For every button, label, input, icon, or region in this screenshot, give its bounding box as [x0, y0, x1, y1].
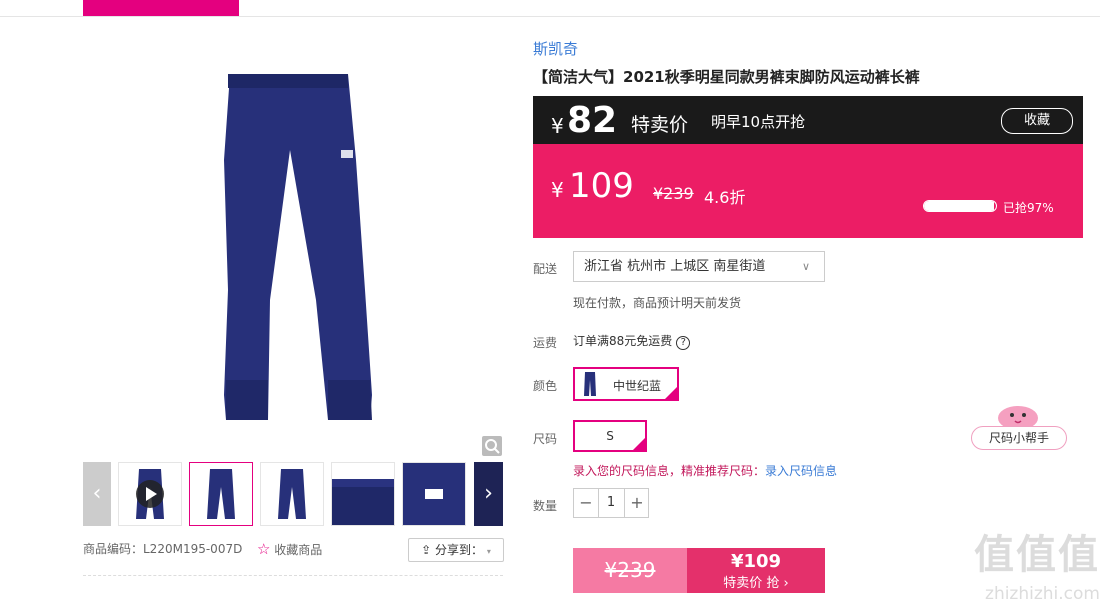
quantity-stepper: − 1 + [573, 488, 649, 518]
size-helper[interactable]: 尺码小帮手 [971, 400, 1067, 450]
thumb-next-icon[interactable]: › [474, 462, 503, 526]
size-option-label: S [606, 429, 614, 443]
sold-progress-bar [923, 200, 997, 212]
color-option-label: 中世纪蓝 [613, 379, 662, 393]
watermark-domain: zhizhizhi.com [985, 584, 1100, 604]
shipping-text: 订单满88元免运费 [573, 334, 673, 348]
sale-notice: 明早10点开抢 [711, 113, 806, 131]
qty-minus-button[interactable]: − [574, 489, 599, 517]
address-select[interactable]: 浙江省 杭州市 上城区 南星街道 ∨ [573, 251, 825, 282]
share-icon: ⇪ [421, 543, 432, 557]
nav-active-tab[interactable] [83, 0, 239, 16]
thumbnail-detail-waist[interactable] [331, 462, 395, 526]
sale-yen: ¥ [551, 114, 564, 138]
original-price: ¥239 [653, 184, 694, 203]
chevron-down-icon: ∨ [801, 260, 810, 273]
product-code: 商品编码：L220M195-007D [83, 542, 243, 556]
favorite-link[interactable]: ☆ 收藏商品 [257, 540, 322, 558]
caret-down-icon: ▾ [486, 547, 491, 556]
brand-link[interactable]: 斯凯奇 [533, 38, 578, 59]
watermark-brand: 值值值 [974, 532, 1100, 578]
thumbnail-video[interactable] [118, 462, 182, 526]
sale-price: 82 [567, 100, 618, 141]
buy-now-button[interactable]: ¥109 特卖价 抢 › [687, 548, 825, 593]
zoom-icon[interactable] [482, 436, 502, 456]
current-price: 109 [569, 166, 634, 206]
thumbnail-back[interactable] [260, 462, 324, 526]
buy-price: ¥109 [730, 551, 782, 572]
shipping-text-row: 订单满88元免运费? [573, 332, 691, 350]
current-price-box: ¥ 109 ¥239 4.6折 已抢97% [533, 144, 1083, 238]
size-hint-row: 录入您的尺码信息，精准推荐尺码：录入尺码信息 [573, 462, 837, 479]
divider [83, 575, 503, 576]
thumbnail-strip: ‹ › [83, 462, 503, 526]
quantity-label: 数量 [533, 499, 558, 513]
shipping-label: 运费 [533, 336, 558, 350]
thumbnail-front[interactable] [189, 462, 253, 526]
color-label: 颜色 [533, 379, 558, 393]
size-hint-text: 录入您的尺码信息，精准推荐尺码： [573, 464, 766, 478]
size-helper-label: 尺码小帮手 [971, 426, 1067, 450]
size-info-link[interactable]: 录入尺码信息 [765, 464, 837, 478]
collect-button[interactable]: 收藏 [1001, 108, 1073, 134]
qty-plus-button[interactable]: + [624, 489, 649, 517]
product-title: 【简洁大气】2021秋季明星同款男裤束脚防风运动裤长裤 [533, 68, 920, 86]
buy-label: 特卖价 抢 › [723, 576, 789, 591]
size-option-selected[interactable]: S [573, 420, 647, 452]
top-navigation [0, 0, 1100, 17]
help-icon[interactable]: ? [676, 336, 691, 350]
delivery-hint: 现在付款，商品预计明天前发货 [573, 296, 742, 310]
product-meta-row: 商品编码：L220M195-007D ☆ 收藏商品 ⇪ 分享到： ▾ [83, 538, 504, 562]
check-corner-icon [664, 386, 678, 400]
original-price-button[interactable]: ¥239 [573, 548, 687, 593]
size-label: 尺码 [533, 432, 558, 446]
sold-percent-label: 已抢97% [1003, 201, 1054, 215]
delivery-label: 配送 [533, 262, 558, 276]
star-icon: ☆ [257, 540, 271, 558]
check-corner-icon [632, 437, 646, 451]
qty-value[interactable]: 1 [598, 489, 624, 517]
main-product-image [120, 40, 503, 458]
thumb-prev-icon[interactable]: ‹ [83, 462, 111, 526]
share-button[interactable]: ⇪ 分享到： ▾ [408, 538, 504, 562]
price-yen: ¥ [551, 178, 564, 202]
thumbnail-detail-logo[interactable] [402, 462, 466, 526]
flash-sale-bar: ¥ 82 特卖价 明早10点开抢 收藏 [533, 96, 1083, 144]
discount-label: 4.6折 [704, 188, 746, 207]
watermark: 值值值 zhizhizhi.com [955, 522, 1100, 608]
sale-tag: 特卖价 [631, 114, 689, 136]
sold-progress-fill [924, 201, 994, 211]
color-option-selected[interactable]: 中世纪蓝 [573, 367, 679, 401]
